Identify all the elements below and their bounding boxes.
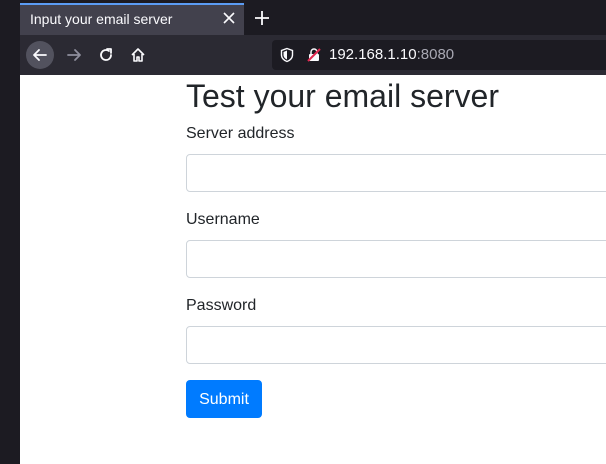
username-input[interactable]: [186, 240, 606, 278]
active-tab[interactable]: Input your email server: [20, 3, 244, 35]
url-host: 192.168.1.10: [329, 46, 417, 63]
page-title: Test your email server: [186, 78, 499, 114]
navigation-toolbar: 192.168.1.10:8080: [20, 35, 606, 75]
reload-button[interactable]: [92, 41, 120, 69]
tab-title: Input your email server: [30, 11, 173, 27]
password-label: Password: [186, 297, 257, 314]
password-input[interactable]: [186, 326, 606, 364]
reload-icon: [100, 48, 112, 61]
insecure-lock-icon[interactable]: [306, 47, 322, 68]
arrow-left-icon: [33, 49, 47, 61]
back-button[interactable]: [26, 41, 54, 69]
username-label: Username: [186, 211, 260, 228]
window-edge: [0, 35, 20, 464]
arrow-right-icon: [67, 49, 81, 61]
close-icon[interactable]: [220, 9, 238, 27]
page-content: Test your email server Server address Us…: [20, 75, 606, 464]
forward-button[interactable]: [60, 41, 88, 69]
browser-window: Input your email server 192.168.1.10:808…: [0, 0, 606, 464]
address-bar[interactable]: 192.168.1.10:8080: [272, 40, 606, 70]
url-text: 192.168.1.10:8080: [329, 46, 454, 63]
home-button[interactable]: [124, 41, 152, 69]
server-address-label: Server address: [186, 125, 295, 142]
plus-icon[interactable]: [252, 8, 272, 28]
server-address-input[interactable]: [186, 154, 606, 192]
url-port: :8080: [416, 46, 455, 63]
tab-strip: Input your email server: [0, 0, 606, 35]
home-icon: [131, 48, 145, 62]
shield-icon[interactable]: [279, 47, 295, 68]
submit-button[interactable]: Submit: [186, 380, 262, 418]
